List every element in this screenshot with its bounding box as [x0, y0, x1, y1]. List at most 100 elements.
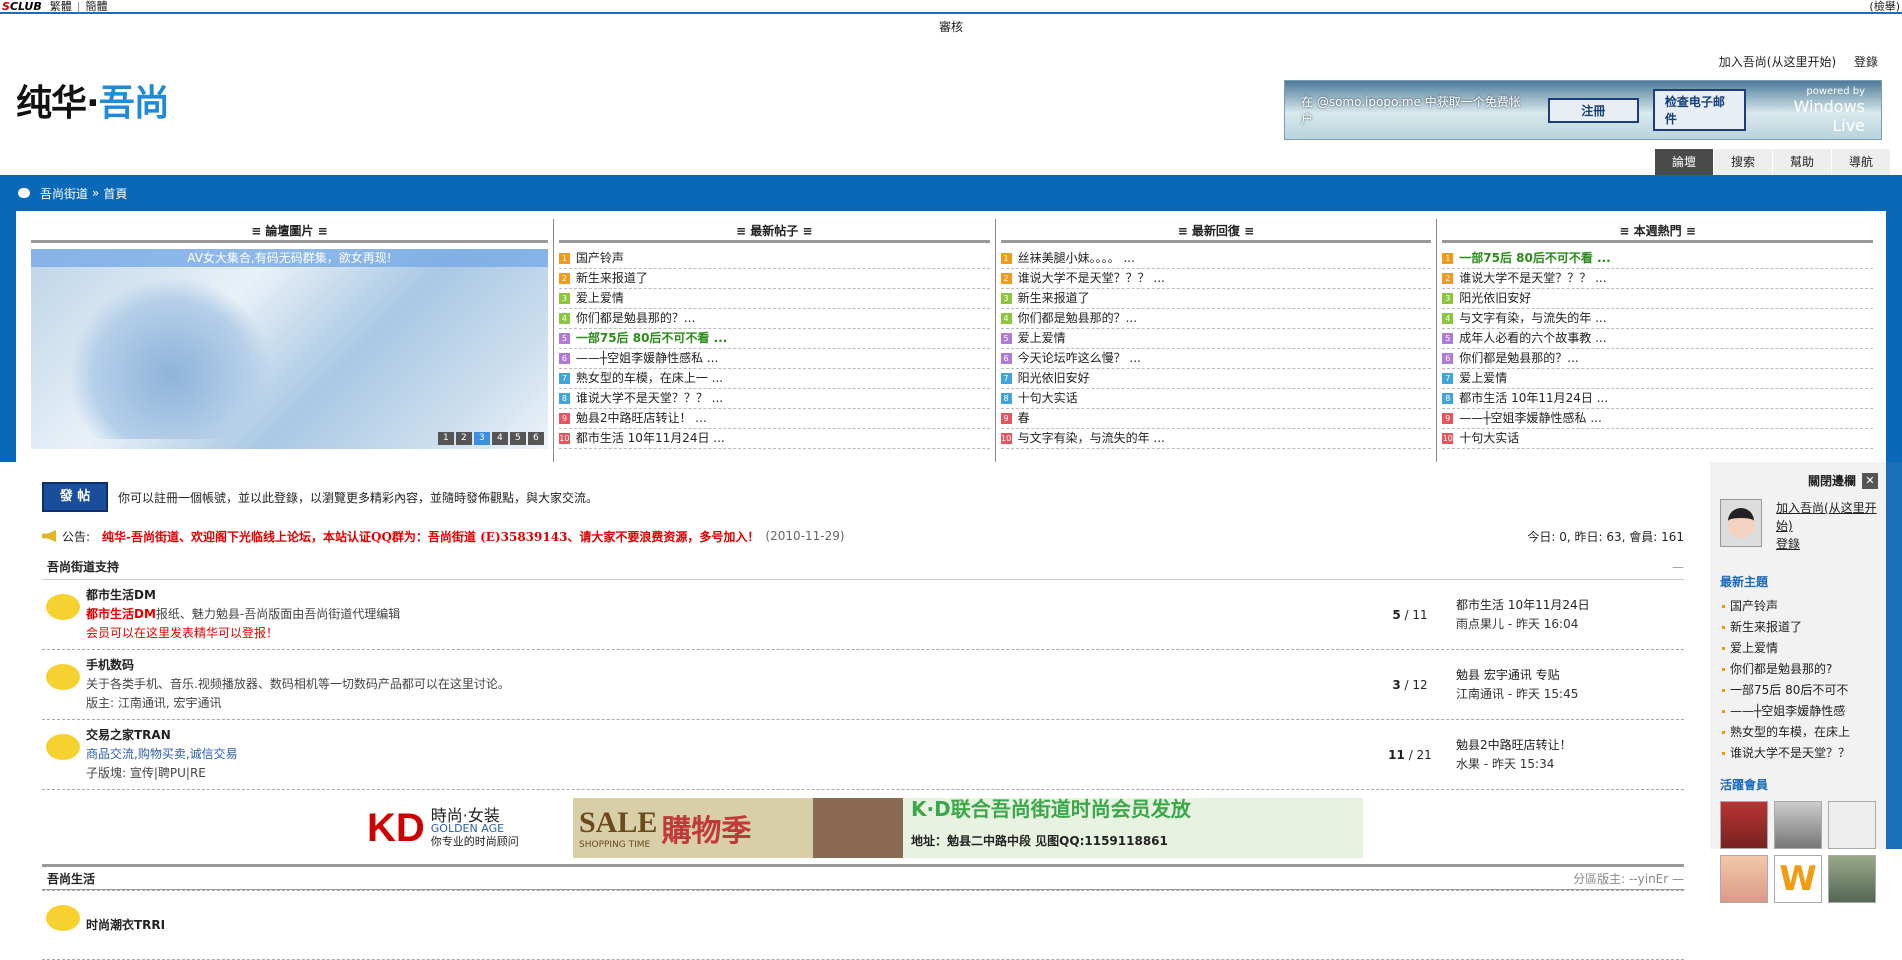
list-item[interactable]: 1 国产铃声 — [558, 249, 990, 269]
list-item[interactable]: 7 熟女型的车模，在床上一 ... — [558, 369, 990, 389]
list-item[interactable]: 2 谁说大学不是天堂？？？ ... — [1000, 269, 1432, 289]
rank-icon: 2 — [558, 273, 570, 284]
list-item[interactable]: 3 阳光依旧安好 — [1442, 289, 1874, 309]
slide-page-5[interactable]: 5 — [509, 432, 526, 445]
list-item[interactable]: 5 一部75后 80后不可不看 ... — [558, 329, 990, 349]
list-item[interactable]: 4 你们都是勉县那的？... — [558, 309, 990, 329]
last-post-title[interactable]: 勉县2中路旺店转让！ — [1456, 736, 1684, 755]
announcement-message[interactable]: 纯华-吾尚街道、欢迎阁下光临线上论坛，本站认证QQ群为：吾尚街道 (E)3583… — [102, 528, 759, 545]
list-item[interactable]: 8 十句大实话 — [1000, 389, 1432, 409]
forum-name[interactable]: 都市生活DM — [86, 586, 1364, 605]
latest-topics-list: 国产铃声 新生来报道了 爱上爱情 你们都是勉县那的? 一部75后 80后不可不 ——┼空姐… — [1720, 596, 1878, 764]
forum-name[interactable]: 手机数码 — [86, 656, 1364, 675]
member-avatar[interactable] — [1774, 801, 1822, 849]
breadcrumb: 吾尚街道 » 首頁 — [16, 175, 1886, 211]
list-item[interactable]: 7 爱上爱情 — [1442, 369, 1874, 389]
breadcrumb-home[interactable]: 吾尚街道 — [40, 185, 88, 202]
list-item[interactable]: 5 爱上爱情 — [1000, 329, 1432, 349]
report-link[interactable]: (檢舉) — [1869, 0, 1900, 14]
slide-caption[interactable]: AV女大集合,有码无码群集，欲女再现! — [31, 249, 548, 267]
sidebar-login-link[interactable]: 登錄 — [1776, 535, 1878, 553]
member-avatar[interactable] — [1828, 855, 1876, 903]
list-item[interactable]: 4 与文字有染，与流失的年 ... — [1442, 309, 1874, 329]
right-edge — [1886, 462, 1902, 849]
last-post-title[interactable]: 勉县 宏宇通讯 专贴 — [1456, 666, 1684, 685]
sclub-logo[interactable]: SCLUB — [2, 0, 42, 13]
lang-traditional-link[interactable]: 繁體 — [50, 0, 72, 14]
list-item[interactable]: 9春 — [1000, 409, 1432, 429]
forum-row: 时尚潮衣TRRI — [42, 890, 1684, 960]
sidebar-topic[interactable]: 谁说大学不是天堂？？ — [1720, 743, 1878, 764]
forum-note: 会员可以在这里发表精华可以登报！ — [86, 626, 279, 640]
login-link[interactable]: 登錄 — [1854, 55, 1878, 69]
slide-page-3[interactable]: 3 — [473, 432, 490, 445]
last-post-title[interactable]: 都市生活 10年11月24日 — [1456, 596, 1684, 615]
slide-page-2[interactable]: 2 — [455, 432, 472, 445]
list-item[interactable]: 10 与文字有染，与流失的年 ... — [1000, 429, 1432, 449]
sidebar-join-link[interactable]: 加入吾尚(从这里开始) — [1776, 499, 1878, 535]
lang-simplified-link[interactable]: 簡體 — [85, 0, 107, 14]
forum-status-icon — [46, 905, 80, 931]
sidebar-topic[interactable]: 一部75后 80后不可不 — [1720, 680, 1878, 701]
tab-navigation[interactable]: 導航 — [1832, 149, 1890, 175]
join-link[interactable]: 加入吾尚(从这里开始) — [1719, 55, 1836, 69]
sidebar-topic[interactable]: 熟女型的车模，在床上 — [1720, 722, 1878, 743]
list-item[interactable]: 4 你们都是勉县那的？... — [1000, 309, 1432, 329]
sidebar-topic[interactable]: 新生来报道了 — [1720, 617, 1878, 638]
sidebar-topic[interactable]: 你们都是勉县那的? — [1720, 659, 1878, 680]
check-mail-button[interactable]: 检查电子邮件 — [1652, 89, 1747, 131]
latest-replies-column: ≡ 最新回復 ≡ 1 丝袜美腿小妹。。。。 ... 2 谁说大学不是天堂？？？ ...… — [996, 219, 1438, 462]
tab-forum[interactable]: 論壇 — [1655, 149, 1713, 175]
list-item[interactable]: 1 一部75后 80后不可不看 ... — [1442, 249, 1874, 269]
list-item[interactable]: 2 新生来报道了 — [558, 269, 990, 289]
site-logo[interactable]: 纯华·吾尚 — [16, 74, 170, 126]
list-item[interactable]: 10 都市生活 10年11月24日 ... — [558, 429, 990, 449]
member-avatar[interactable] — [1720, 801, 1768, 849]
avatar — [1720, 499, 1762, 547]
list-item[interactable]: 6 你们都是勉县那的？... — [1442, 349, 1874, 369]
list-item[interactable]: 3 新生来报道了 — [1000, 289, 1432, 309]
member-avatar[interactable]: W — [1774, 855, 1822, 903]
new-post-button[interactable]: 發 帖 — [42, 482, 108, 512]
feature-panels: ≡ 論壇圖片 ≡ AV女大集合,有码无码群集，欲女再现! 1 2 3 4 5 6… — [16, 211, 1886, 462]
list-item[interactable]: 1 丝袜美腿小妹。。。。 ... — [1000, 249, 1432, 269]
slide-page-4[interactable]: 4 — [491, 432, 508, 445]
list-item[interactable]: 6 ——┼空姐李媛静性感私 ... — [558, 349, 990, 369]
member-avatar[interactable] — [1720, 855, 1768, 903]
list-item[interactable]: 9 ——┼空姐李媛静性感私 ... — [1442, 409, 1874, 429]
list-item[interactable]: 9 勉县2中路旺店转让！ ... — [558, 409, 990, 429]
slide-page-1[interactable]: 1 — [437, 432, 454, 445]
close-icon[interactable]: ✕ — [1862, 472, 1878, 489]
list-item[interactable]: 8 谁说大学不是天堂？？？ ... — [558, 389, 990, 409]
tab-search[interactable]: 搜索 — [1714, 149, 1772, 175]
sidebar-topic[interactable]: 爱上爱情 — [1720, 638, 1878, 659]
section-header[interactable]: 吾尚生活 分區版主: --yinEr — — [42, 864, 1684, 890]
rank-icon: 2 — [1000, 273, 1012, 284]
forum-info: 都市生活DM 都市生活DM报纸、魅力勉县-吾尚版面由吾尚街道代理编辑 会员可以在… — [86, 586, 1364, 643]
forum-counts: 5 / 11 — [1392, 607, 1428, 622]
close-sidebar[interactable]: 關閉邊欄 ✕ — [1720, 472, 1878, 489]
collapse-toggle[interactable]: — — [1672, 560, 1684, 574]
list-item[interactable]: 7 阳光依旧安好 — [1000, 369, 1432, 389]
forum-last-post: 勉县 宏宇通讯 专贴 江南通讯 - 昨天 15:45 — [1456, 666, 1684, 704]
forum-name[interactable]: 交易之家TRAN — [86, 726, 1364, 745]
tab-help[interactable]: 幫助 — [1773, 149, 1831, 175]
slideshow-image[interactable]: AV女大集合,有码无码群集，欲女再现! 1 2 3 4 5 6 — [31, 249, 548, 449]
forum-name[interactable]: 时尚潮衣TRRI — [86, 916, 1684, 935]
section-header[interactable]: 吾尚街道支持 — — [42, 554, 1684, 580]
latest-replies-list: 1 丝袜美腿小妹。。。。 ... 2 谁说大学不是天堂？？？ ... 3 新生来报道了 4 你… — [1000, 249, 1432, 449]
sidebar-topic[interactable]: 国产铃声 — [1720, 596, 1878, 617]
list-item[interactable]: 3 爱上爱情 — [558, 289, 990, 309]
slide-page-6[interactable]: 6 — [527, 432, 544, 445]
register-button[interactable]: 注冊 — [1547, 97, 1639, 123]
forum-description[interactable]: 商品交流,购物买卖,诚信交易 — [86, 745, 1364, 764]
list-item[interactable]: 2 谁说大学不是天堂？？？ ... — [1442, 269, 1874, 289]
list-item[interactable]: 8 都市生活 10年11月24日 ... — [1442, 389, 1874, 409]
sidebar-topic[interactable]: ——┼空姐李媛静性感 — [1720, 701, 1878, 722]
member-avatar[interactable] — [1828, 801, 1876, 849]
list-item[interactable]: 6 今天论坛咋这么慢？ ... — [1000, 349, 1432, 369]
list-item[interactable]: 10 十句大实话 — [1442, 429, 1874, 449]
list-item[interactable]: 5 成年人必看的六个故事教 ... — [1442, 329, 1874, 349]
ad-banner[interactable]: KD 時尚·女装 GOLDEN AGE 你专业的时尚顾问 SALE SHOPPING … — [363, 798, 1363, 858]
forum-subboards[interactable]: 子版塊: 宣传|聘PU|RE — [86, 764, 1364, 783]
